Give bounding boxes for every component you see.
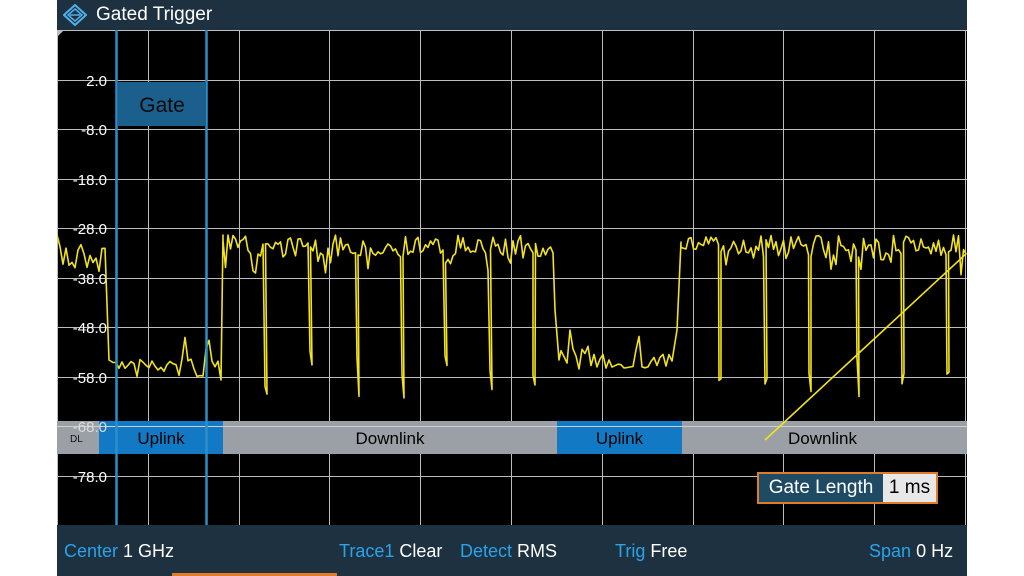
trace-label: Trace1: [339, 541, 395, 561]
segment-bars: Uplink Downlink Uplink DownlinkDL: [57, 421, 967, 454]
gate-length-label: Gate Length: [759, 474, 883, 502]
center-label: Center: [64, 541, 119, 561]
trace-mode[interactable]: Trace1 Clear: [339, 541, 442, 562]
rs-diamond-logo-icon: [63, 4, 87, 26]
y-tick-label: -68.0: [73, 419, 107, 436]
y-tick-label: -18.0: [73, 172, 107, 189]
y-tick-label: 2.0: [86, 73, 107, 90]
window-title: Gated Trigger: [96, 4, 213, 25]
segment-label: Uplink: [137, 429, 185, 448]
detect-value: RMS: [517, 541, 558, 561]
center-freq[interactable]: Center 1 GHz: [64, 541, 174, 562]
analyzer-screen: Gated Trigger Uplink Downlink Uplink Downli…: [57, 0, 967, 576]
gate-length-value[interactable]: 1 ms: [883, 474, 936, 502]
gate-length-field[interactable]: Gate Length 1 ms: [757, 472, 938, 504]
y-axis-labels: 2.0 -8.0 -18.0 -28.0 -38.0 -48.0 -58.0 -68.0 -78…: [73, 73, 107, 486]
center-value: 1 GHz: [123, 541, 175, 561]
title-bar: Gated Trigger: [57, 0, 967, 30]
y-tick-label: -78.0: [73, 469, 107, 486]
segment-label: Uplink: [596, 429, 644, 448]
trace-value: Clear: [399, 541, 443, 561]
spectrum-plot: Uplink Downlink Uplink DownlinkDL 2.0-8.0-1…: [57, 30, 967, 525]
y-tick-label: -58.0: [73, 370, 107, 387]
y-tick-label: -8.0: [81, 122, 107, 139]
corner-marker: [57, 30, 64, 37]
trig-label: Trig: [615, 541, 646, 561]
trig-value: Free: [650, 541, 688, 561]
detect-label: Detect: [460, 541, 513, 561]
segment-label: Downlink: [356, 429, 425, 448]
status-bar: Center 1 GHz Trace1 Clear Detect RMS Tri…: [57, 525, 967, 576]
detector-mode[interactable]: Detect RMS: [460, 541, 557, 562]
y-tick-label: -48.0: [73, 320, 107, 337]
y-tick-label: -28.0: [73, 221, 107, 238]
span-setting[interactable]: Span 0 Hz: [869, 541, 953, 562]
y-tick-label: -38.0: [73, 271, 107, 288]
span-value: 0 Hz: [916, 541, 954, 561]
segment-label: Downlink: [788, 429, 857, 448]
trigger-mode[interactable]: Trig Free: [615, 541, 687, 562]
gate-label: Gate: [139, 94, 185, 117]
span-label: Span: [869, 541, 912, 561]
